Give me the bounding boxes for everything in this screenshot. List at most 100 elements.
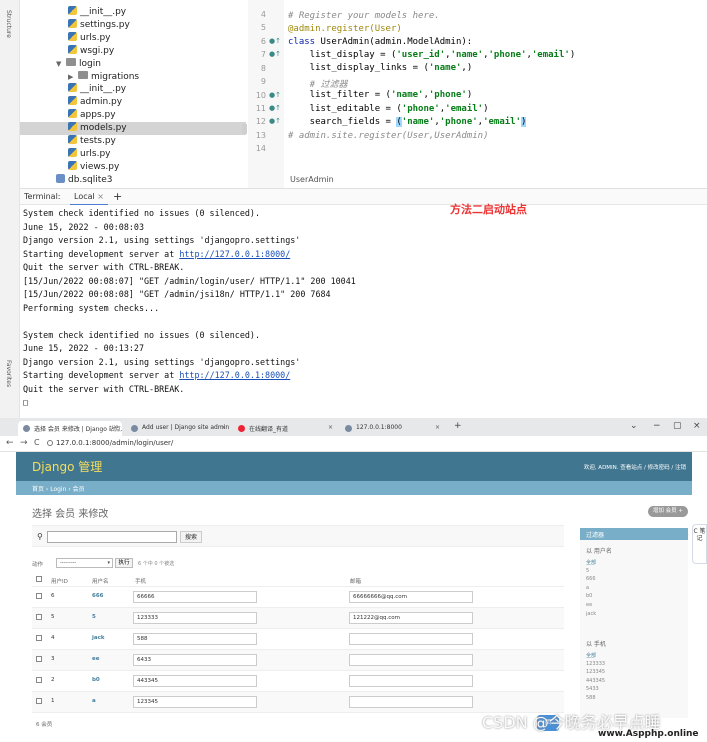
notes-widget[interactable]: C 笔 记 <box>692 524 707 564</box>
email-field[interactable] <box>349 633 473 645</box>
action-select[interactable]: --------- ▾ <box>56 558 113 568</box>
url-input[interactable]: 127.0.0.1:8000/admin/login/user/ <box>56 439 173 447</box>
filter-option[interactable]: 全部 <box>586 559 596 566</box>
override-gutter-icon[interactable]: ●↑ <box>269 91 281 99</box>
browser-tab[interactable]: 在线翻译_有道 × <box>233 421 337 436</box>
tree-item[interactable]: admin.py <box>56 96 122 109</box>
close-window-icon[interactable]: × <box>693 421 701 431</box>
phone-field[interactable]: 588 <box>133 633 257 645</box>
tree-item[interactable]: models.py <box>20 122 246 136</box>
row-checkbox[interactable] <box>36 677 42 683</box>
cell-user-name-link[interactable]: b0 <box>92 677 100 683</box>
filter-option[interactable]: ee <box>586 602 592 608</box>
row-checkbox[interactable] <box>36 698 42 704</box>
cell-user-name-link[interactable]: a <box>92 698 96 704</box>
tree-scrollbar[interactable] <box>242 124 247 134</box>
tab-local[interactable]: Local × <box>70 192 108 206</box>
tree-item[interactable]: ▼ login <box>44 57 101 71</box>
row-checkbox[interactable] <box>36 593 42 599</box>
column-header-id[interactable]: 用户ID <box>51 577 68 585</box>
server-link[interactable]: http://127.0.0.1:8000/ <box>179 370 290 380</box>
site-brand[interactable]: Django 管理 <box>32 458 102 475</box>
override-gutter-icon[interactable]: ●↑ <box>269 104 281 112</box>
go-button[interactable]: 执行 <box>115 558 133 568</box>
tree-item[interactable]: ▶ migrations <box>56 70 139 84</box>
tree-item[interactable]: __init__.py <box>56 83 126 96</box>
tree-item[interactable]: tests.py <box>56 135 116 148</box>
filter-option[interactable]: 588 <box>586 695 596 701</box>
browser-tab[interactable]: 选择 会员 来修改 | Django 站点... × <box>18 421 122 436</box>
close-tab-icon[interactable]: × <box>435 424 440 431</box>
cell-user-name-link[interactable]: ee <box>92 656 99 662</box>
filter-option[interactable]: jack <box>586 611 596 617</box>
row-checkbox[interactable] <box>36 635 42 641</box>
search-input[interactable] <box>47 531 177 543</box>
override-gutter-icon[interactable]: ●↑ <box>269 50 281 58</box>
filter-option[interactable]: 443345 <box>586 678 605 684</box>
browser-tab[interactable]: Add user | Django site admin × <box>126 421 230 436</box>
close-icon[interactable]: × <box>97 192 104 201</box>
close-tab-icon[interactable]: × <box>221 424 226 431</box>
tree-item[interactable]: wsgi.py <box>56 44 114 58</box>
filter-option[interactable]: 5 <box>586 568 589 574</box>
column-header-name[interactable]: 用户名 <box>92 577 109 585</box>
tree-item[interactable]: urls.py <box>56 31 111 45</box>
filter-option[interactable]: b0 <box>586 593 592 599</box>
row-checkbox[interactable] <box>36 656 42 662</box>
tree-item[interactable]: __init__.py <box>56 6 126 19</box>
cell-user-name-link[interactable]: jack <box>92 635 105 641</box>
add-user-button[interactable]: 增加 会员 + <box>648 506 688 517</box>
phone-field[interactable]: 6433 <box>133 654 257 666</box>
phone-field[interactable]: 443345 <box>133 675 257 687</box>
phone-field[interactable]: 123345 <box>133 696 257 708</box>
filter-option[interactable]: 全部 <box>586 652 596 659</box>
email-field[interactable]: 121222@qq.com <box>349 612 473 624</box>
search-button[interactable]: 搜索 <box>180 531 202 543</box>
cell-user-name-link[interactable]: 5 <box>92 614 96 620</box>
browser-tab[interactable]: 127.0.0.1:8000 × <box>340 421 444 436</box>
email-field[interactable] <box>349 675 473 687</box>
email-field[interactable]: 66666666@qq.com <box>349 591 473 603</box>
tree-item[interactable]: views.py <box>56 160 119 174</box>
close-tab-icon[interactable]: × <box>328 424 333 431</box>
row-checkbox[interactable] <box>36 614 42 620</box>
email-field[interactable] <box>349 696 473 708</box>
structure-label[interactable]: Structure <box>5 10 12 38</box>
override-gutter-icon[interactable]: ●↑ <box>269 37 281 45</box>
email-field[interactable] <box>349 654 473 666</box>
filter-option[interactable]: a <box>586 585 589 591</box>
forward-icon[interactable]: → <box>20 438 28 448</box>
code-editor[interactable]: # Register your models here. @admin.regi… <box>284 0 707 188</box>
tree-item[interactable]: urls.py <box>56 147 111 161</box>
add-tab-icon[interactable]: + <box>113 190 122 203</box>
select-all-checkbox[interactable] <box>36 576 42 582</box>
close-tab-icon[interactable]: × <box>113 424 118 431</box>
terminal-output[interactable]: System check identified no issues (0 sil… <box>20 205 707 407</box>
chevron-down-icon[interactable]: ▼ <box>56 58 66 71</box>
phone-field[interactable]: 123333 <box>133 612 257 624</box>
tab-search-icon[interactable]: ⌄ <box>630 421 638 431</box>
tree-item[interactable]: settings.py <box>56 18 130 32</box>
filter-option[interactable]: 5433 <box>586 686 599 692</box>
reload-icon[interactable]: C <box>34 438 40 447</box>
filter-option[interactable]: 123333 <box>586 661 605 667</box>
override-gutter-icon[interactable]: ●↑ <box>269 117 281 125</box>
chevron-right-icon[interactable]: ▶ <box>68 71 78 84</box>
column-header-phone[interactable]: 手机 <box>135 577 146 585</box>
tree-item[interactable]: db.sqlite3 <box>44 173 112 187</box>
favorites-label[interactable]: Favorites <box>5 360 12 387</box>
new-tab-icon[interactable]: + <box>454 421 462 431</box>
tree-item[interactable]: apps.py <box>56 109 116 122</box>
user-tools[interactable]: 欢迎, ADMIN. 查看站点 / 修改密码 / 注销 <box>584 463 686 471</box>
phone-field[interactable]: 66666 <box>133 591 257 603</box>
breadcrumb-text[interactable]: 首页 › Login › 会员 <box>32 484 85 493</box>
editor-breadcrumb[interactable]: UserAdmin <box>290 175 334 184</box>
column-header-email[interactable]: 邮箱 <box>350 577 361 585</box>
back-icon[interactable]: ← <box>6 438 14 448</box>
filter-option[interactable]: 666 <box>586 576 596 582</box>
filter-option[interactable]: 123345 <box>586 669 605 675</box>
cell-user-name-link[interactable]: 666 <box>92 593 103 599</box>
server-link[interactable]: http://127.0.0.1:8000/ <box>179 249 290 259</box>
maximize-icon[interactable]: ▢ <box>673 421 682 431</box>
minimize-icon[interactable]: − <box>653 421 661 431</box>
